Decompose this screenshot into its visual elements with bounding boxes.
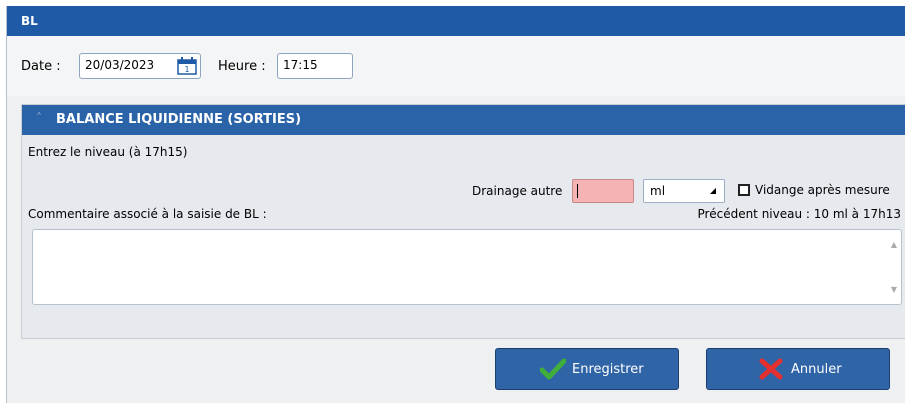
save-label: Enregistrer: [572, 362, 644, 377]
drainage-input[interactable]: [572, 179, 634, 203]
bl-dialog: BL Date : 20/03/2023 1 Heure : 17:15 ˄ B…: [6, 6, 905, 403]
scroll-up-icon[interactable]: ▲: [891, 240, 897, 249]
comment-scrollbar[interactable]: ▲ ▼: [885, 230, 901, 304]
scroll-down-icon[interactable]: ▼: [891, 285, 897, 294]
date-label: Date :: [21, 59, 61, 74]
datetime-row: Date : 20/03/2023 1 Heure : 17:15: [7, 36, 905, 96]
cancel-label: Annuler: [791, 362, 842, 377]
collapse-chevron-icon[interactable]: ˄: [36, 111, 42, 125]
calendar-icon[interactable]: 1: [177, 57, 197, 75]
cancel-button[interactable]: Annuler: [706, 348, 890, 390]
title-bar: BL: [7, 6, 905, 36]
unit-select[interactable]: ml ◢: [643, 179, 725, 203]
previous-level-text: Précédent niveau : 10 ml à 17h13: [697, 207, 901, 221]
comment-textarea[interactable]: ▲ ▼: [32, 229, 902, 305]
unit-selected-value: ml: [650, 184, 666, 198]
vidange-checkbox[interactable]: [738, 184, 750, 196]
checkmark-icon: [540, 358, 566, 380]
cross-icon: [759, 358, 783, 380]
time-field[interactable]: 17:15: [277, 53, 353, 79]
section-title: BALANCE LIQUIDIENNE (SORTIES): [56, 112, 302, 127]
section-header[interactable]: ˄ BALANCE LIQUIDIENNE (SORTIES): [22, 105, 905, 135]
drainage-label: Drainage autre: [472, 184, 563, 198]
text-cursor: [577, 184, 578, 198]
save-button[interactable]: Enregistrer: [495, 348, 679, 390]
window-title: BL: [21, 14, 38, 28]
instruction-text: Entrez le niveau (à 17h15): [28, 145, 188, 159]
dropdown-arrow-icon[interactable]: ◢: [710, 186, 716, 195]
time-value: 17:15: [283, 58, 318, 72]
time-label: Heure :: [218, 59, 266, 74]
vidange-label: Vidange après mesure: [755, 183, 890, 197]
date-value: 20/03/2023: [85, 58, 155, 72]
fluid-balance-section: ˄ BALANCE LIQUIDIENNE (SORTIES) Entrez l…: [21, 104, 905, 339]
comment-label: Commentaire associé à la saisie de BL :: [28, 207, 267, 221]
svg-text:1: 1: [184, 65, 189, 74]
